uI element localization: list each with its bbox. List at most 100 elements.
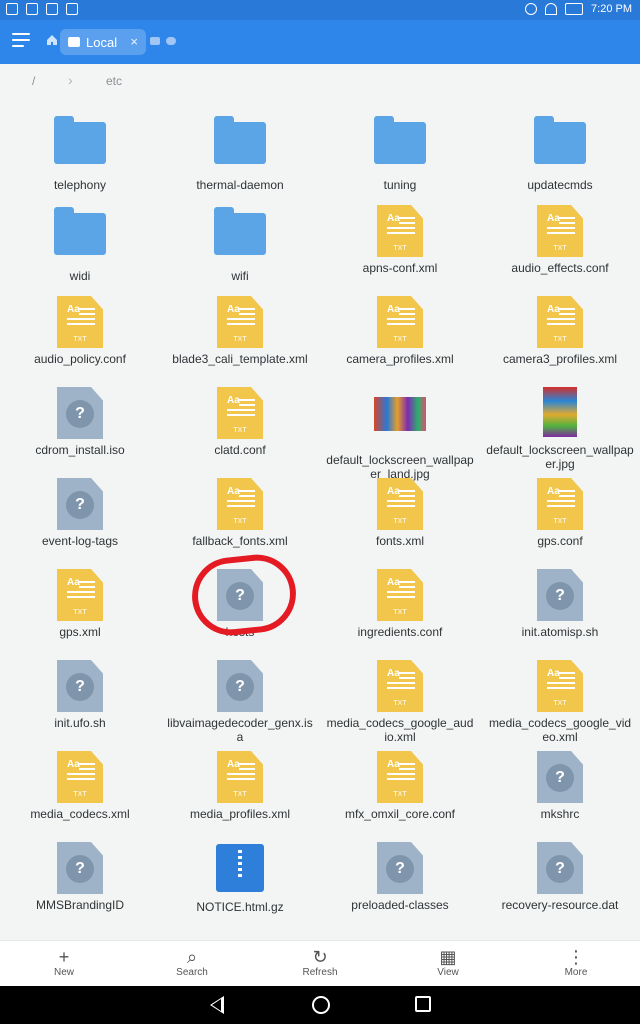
file-name: MMSBrandingID xyxy=(35,898,125,912)
file-item[interactable]: ? recovery-resource.dat xyxy=(480,842,640,912)
file-name: clatd.conf xyxy=(214,443,266,457)
text-file-icon: Aa TXT xyxy=(57,296,103,348)
text-file-icon: Aa TXT xyxy=(537,660,583,712)
file-item[interactable]: Aa TXT audio_policy.conf xyxy=(0,296,160,366)
toolbar-label: More xyxy=(564,967,588,978)
file-item[interactable]: ? libvaimagedecoder_genx.isa xyxy=(160,660,320,744)
file-item[interactable]: default_lockscreen_wallpaper.jpg xyxy=(480,387,640,471)
file-name: camera_profiles.xml xyxy=(346,352,454,366)
view-button[interactable]: ▦ View xyxy=(408,947,488,978)
file-icon-wrap: Aa TXT xyxy=(374,569,426,621)
new-button[interactable]: + New xyxy=(24,947,104,978)
file-item[interactable]: tuning xyxy=(320,114,480,192)
file-item[interactable]: Aa TXT camera3_profiles.xml xyxy=(480,296,640,366)
file-name: fallback_fonts.xml xyxy=(192,534,288,548)
file-item[interactable]: telephony xyxy=(0,114,160,192)
wifi-icon xyxy=(545,3,558,15)
breadcrumb-current[interactable]: etc xyxy=(106,74,122,88)
text-file-icon: Aa TXT xyxy=(377,569,423,621)
file-icon-wrap: Aa TXT xyxy=(534,296,586,348)
file-item[interactable]: Aa TXT media_codecs_google_video.xml xyxy=(480,660,640,744)
search-button[interactable]: ⌕ Search xyxy=(152,947,232,978)
file-item[interactable]: wifi xyxy=(160,205,320,283)
file-item[interactable]: Aa TXT mfx_omxil_core.conf xyxy=(320,751,480,821)
breadcrumb-root[interactable]: / xyxy=(32,74,35,88)
file-item[interactable]: updatecmds xyxy=(480,114,640,192)
file-item[interactable]: Aa TXT camera_profiles.xml xyxy=(320,296,480,366)
file-name: fonts.xml xyxy=(375,534,424,548)
device-icon xyxy=(68,37,80,47)
file-item[interactable]: ? init.atomisp.sh xyxy=(480,569,640,639)
unknown-file-icon: ? xyxy=(57,478,103,530)
file-icon-wrap: Aa TXT xyxy=(54,569,106,621)
file-icon-wrap: ? xyxy=(54,660,106,712)
file-item[interactable]: ? init.ufo.sh xyxy=(0,660,160,730)
close-icon[interactable]: × xyxy=(130,34,138,49)
file-name: cdrom_install.iso xyxy=(35,443,125,457)
refresh-button[interactable]: ↻ Refresh xyxy=(280,947,360,978)
file-name: recovery-resource.dat xyxy=(501,898,619,912)
gallery-icon xyxy=(46,3,58,15)
file-item[interactable]: Aa TXT ingredients.conf xyxy=(320,569,480,639)
file-item[interactable]: Aa TXT audio_effects.conf xyxy=(480,205,640,275)
file-name: thermal-daemon xyxy=(196,178,284,192)
file-item[interactable]: Aa TXT fallback_fonts.xml xyxy=(160,478,320,548)
status-time: 7:20 PM xyxy=(591,3,632,15)
home-button-icon[interactable] xyxy=(312,996,330,1014)
file-icon-wrap xyxy=(214,207,266,265)
file-item[interactable]: Aa TXT apns-conf.xml xyxy=(320,205,480,275)
search-icon: ⌕ xyxy=(186,947,198,967)
file-name: wifi xyxy=(231,269,249,283)
file-name: default_lockscreen_wallpaper.jpg xyxy=(486,443,634,471)
file-icon-wrap: Aa TXT xyxy=(214,387,266,439)
file-name: media_codecs_google_audio.xml xyxy=(326,716,474,744)
file-icon-wrap: Aa TXT xyxy=(534,478,586,530)
more-button[interactable]: ⋮ More xyxy=(536,947,616,978)
window-icon[interactable] xyxy=(150,37,160,45)
file-icon-wrap xyxy=(534,116,586,174)
file-item[interactable]: Aa TXT clatd.conf xyxy=(160,387,320,457)
file-name: tuning xyxy=(383,178,417,192)
file-item[interactable]: Aa TXT blade3_cali_template.xml xyxy=(160,296,320,366)
file-icon-wrap: ? xyxy=(374,842,426,894)
file-item[interactable]: Aa TXT gps.xml xyxy=(0,569,160,639)
back-icon[interactable] xyxy=(210,996,224,1014)
status-right: 7:20 PM xyxy=(525,3,632,15)
grid-view-icon: ▦ xyxy=(439,947,457,967)
play-icon xyxy=(66,3,78,15)
image-thumbnail xyxy=(543,387,577,437)
file-item[interactable]: Aa TXT media_codecs_google_audio.xml xyxy=(320,660,480,744)
file-icon-wrap: Aa TXT xyxy=(214,296,266,348)
file-item[interactable]: ? mkshrc xyxy=(480,751,640,821)
file-item[interactable]: NOTICE.html.gz xyxy=(160,842,320,914)
file-item[interactable]: default_lockscreen_wallpaper_land.jpg xyxy=(320,387,480,481)
breadcrumb: / › etc xyxy=(0,66,640,94)
file-item[interactable]: ? preloaded-classes xyxy=(320,842,480,912)
status-bar: 7:20 PM xyxy=(0,0,640,20)
file-name: telephony xyxy=(53,178,107,192)
file-item[interactable]: Aa TXT media_profiles.xml xyxy=(160,751,320,821)
tab-label: Local xyxy=(86,34,118,50)
file-icon-wrap xyxy=(214,116,266,174)
file-icon-wrap xyxy=(54,207,106,265)
file-icon-wrap: ? xyxy=(534,842,586,894)
text-file-icon: Aa TXT xyxy=(377,296,423,348)
file-name: widi xyxy=(69,269,91,283)
home-icon[interactable] xyxy=(46,34,58,46)
file-item[interactable]: ? event-log-tags xyxy=(0,478,160,548)
folder-icon xyxy=(374,116,426,164)
file-name: preloaded-classes xyxy=(351,898,449,912)
file-item[interactable]: Aa TXT fonts.xml xyxy=(320,478,480,548)
recent-apps-icon[interactable] xyxy=(415,996,431,1012)
file-item[interactable]: ? cdrom_install.iso xyxy=(0,387,160,457)
tab-local[interactable]: Local × xyxy=(60,29,146,55)
text-file-icon: Aa TXT xyxy=(57,751,103,803)
file-item[interactable]: widi xyxy=(0,205,160,283)
cloud-icon[interactable] xyxy=(166,37,176,45)
file-item[interactable]: thermal-daemon xyxy=(160,114,320,192)
file-item[interactable]: Aa TXT media_codecs.xml xyxy=(0,751,160,821)
file-item[interactable]: ? MMSBrandingID xyxy=(0,842,160,912)
file-name: apns-conf.xml xyxy=(362,261,438,275)
menu-icon[interactable] xyxy=(12,33,30,51)
file-item[interactable]: Aa TXT gps.conf xyxy=(480,478,640,548)
